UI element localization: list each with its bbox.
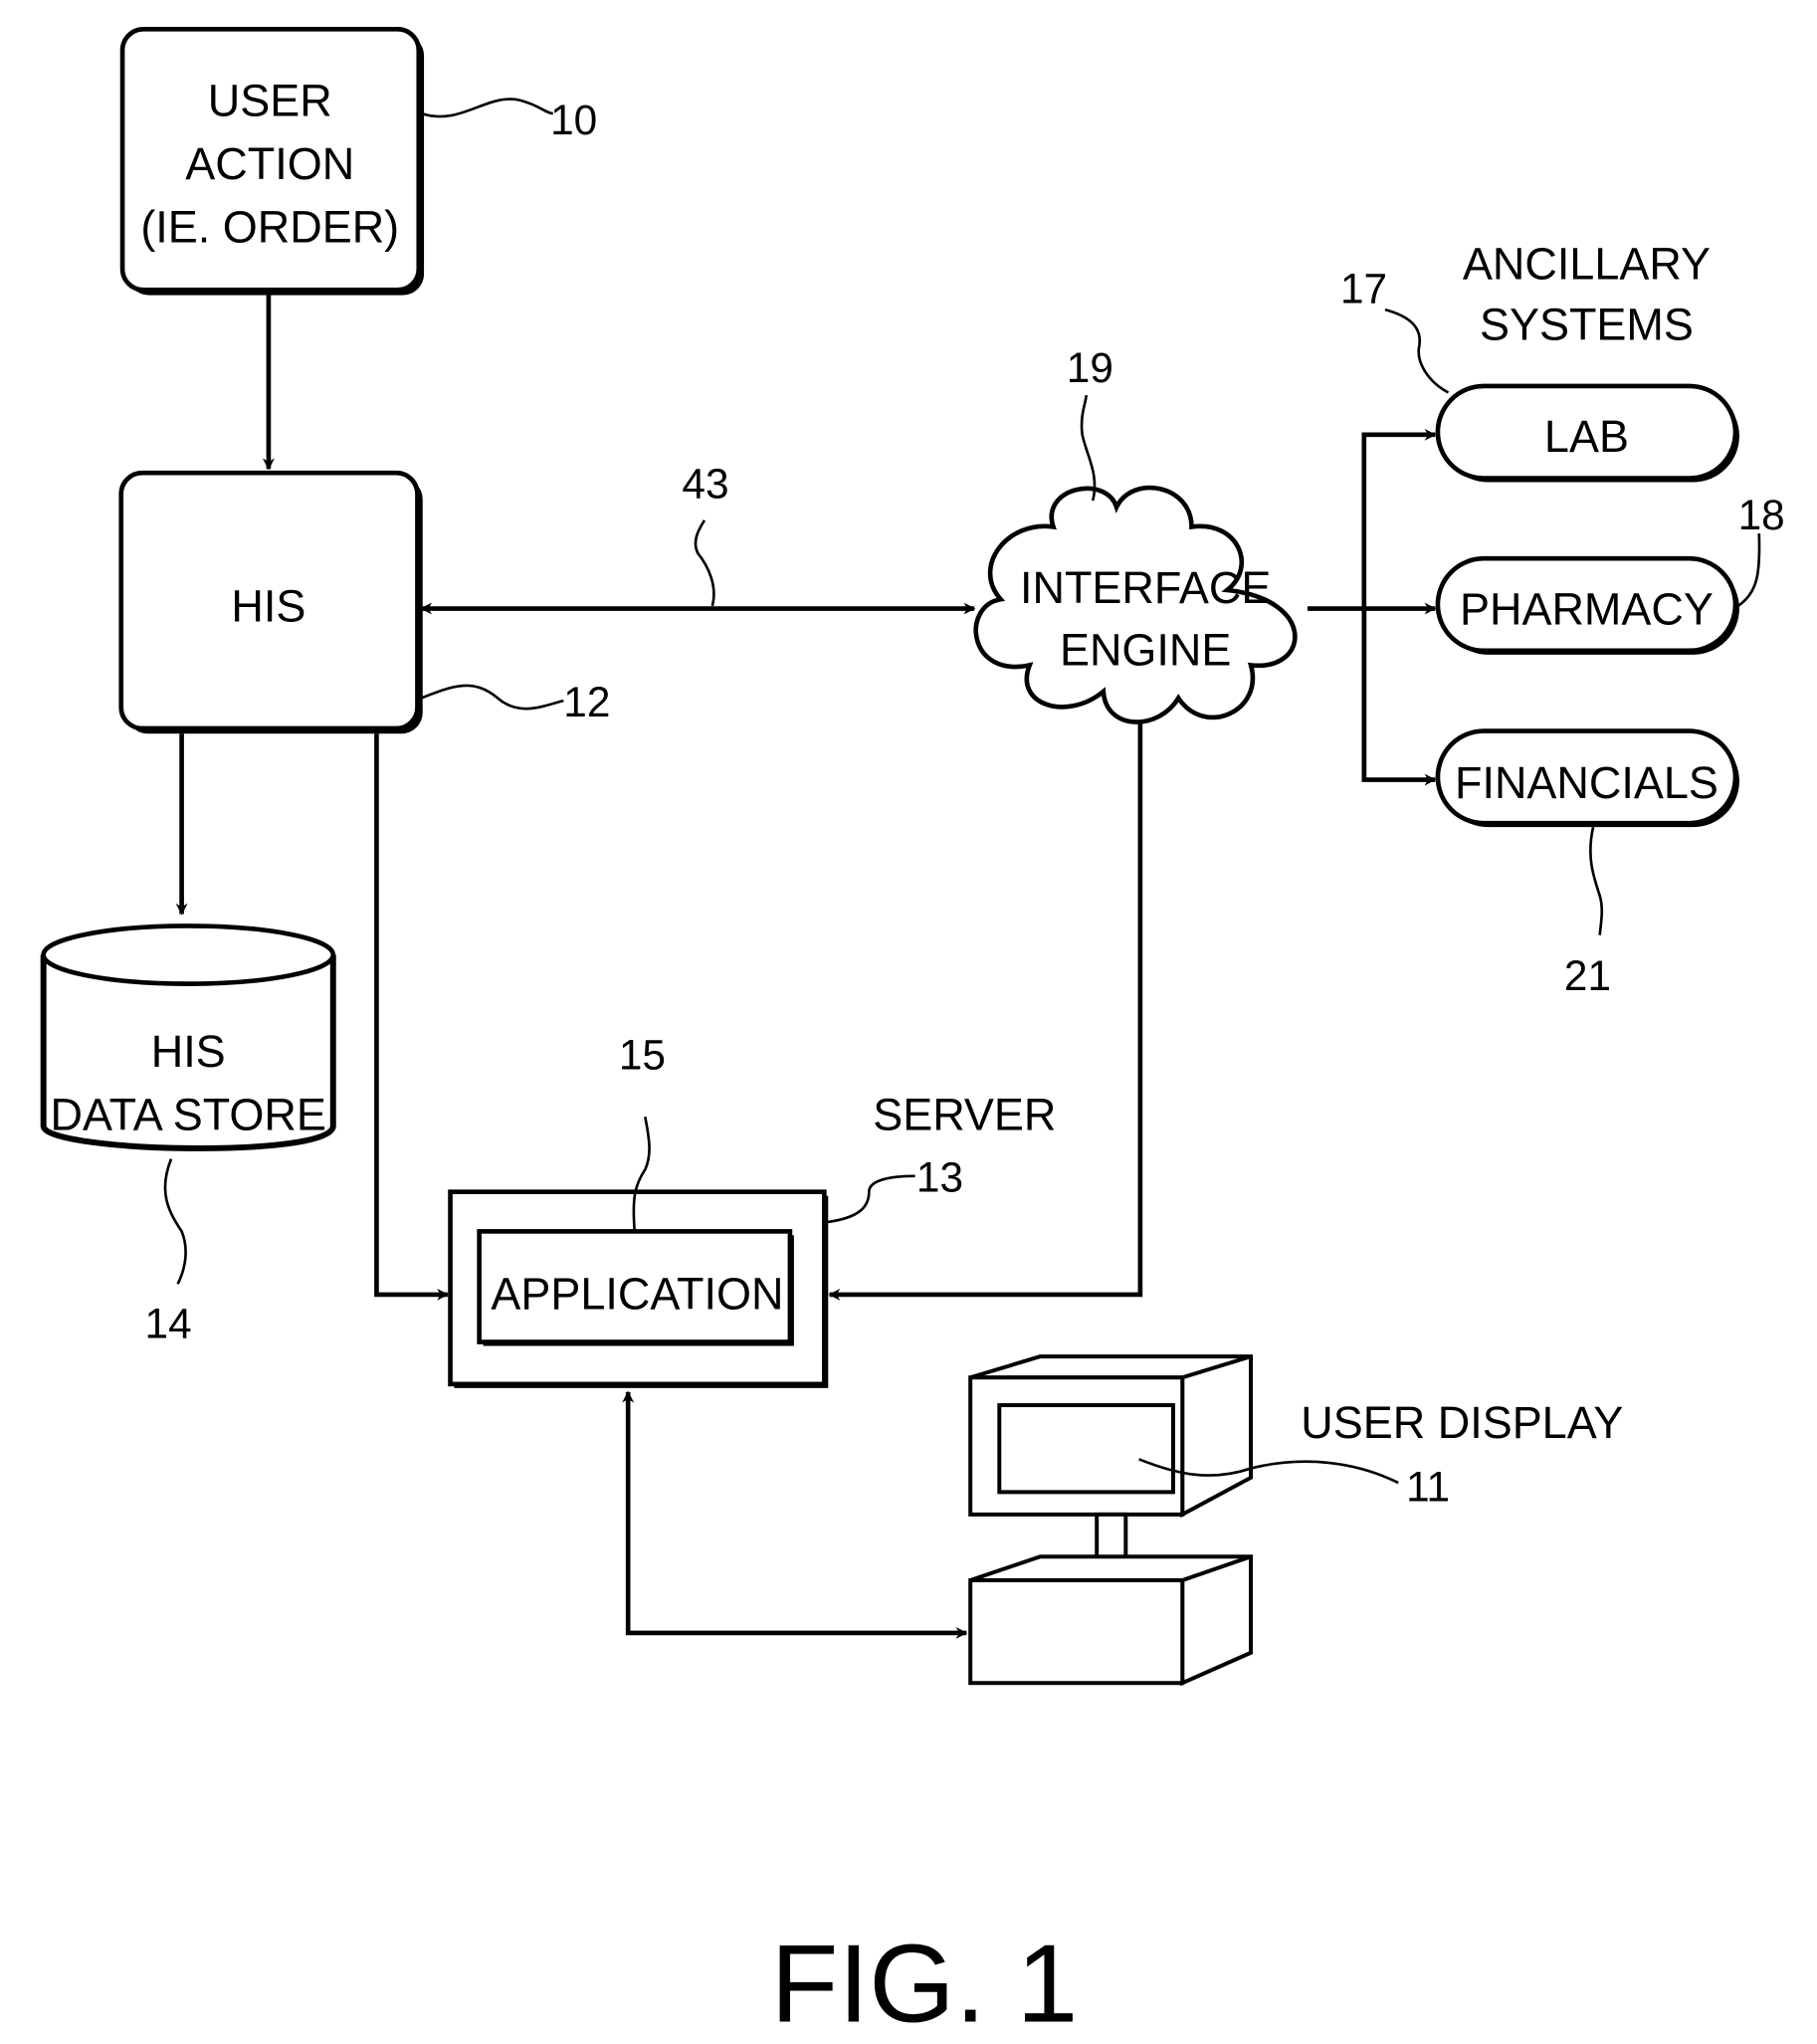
ref-leader-14 [163,1158,187,1285]
ref-leader-17 [1384,307,1450,394]
ref-label-19: 19 [1067,344,1113,391]
financials-label: FINANCIALS [1455,757,1718,808]
interface-engine-node: INTERFACE ENGINE [973,485,1298,724]
arrow-to-financials [1361,608,1437,786]
figure-caption: FIG. 1 [771,1921,1079,2044]
his-label: HIS [231,581,305,632]
interface-engine-line-2: ENGINE [1060,624,1231,675]
ref-label-14: 14 [145,1301,192,1347]
his-data-store-node: HIS DATA STORE [40,923,336,1151]
ref-leader-18 [1736,533,1761,607]
application-label: APPLICATION [491,1268,783,1319]
arrow-his-to-application [374,733,450,1301]
data-store-line-1: HIS [151,1026,226,1077]
ref-label-21: 21 [1564,952,1611,999]
ref-leader-13 [826,1174,915,1224]
link-application-user-display [622,1390,968,1639]
interface-engine-line-1: INTERFACE [1020,562,1271,613]
ref-label-11: 11 [1406,1464,1450,1511]
user-action-line-3: (IE. ORDER) [140,202,399,253]
his-node: HIS [118,470,423,734]
lab-node: LAB [1435,383,1739,483]
link-interface-engine-application [828,697,1146,1301]
lab-label: LAB [1544,411,1629,462]
ref-label-15: 15 [619,1032,666,1079]
ancillary-line-1: ANCILLARY [1463,239,1711,290]
ref-label-17: 17 [1340,266,1387,312]
application-node: APPLICATION [477,1229,794,1346]
user-action-node: USER ACTION (IE. ORDER) [119,27,425,296]
data-store-line-2: DATA STORE [51,1090,326,1140]
ref-label-13: 13 [916,1154,963,1201]
ref-label-12: 12 [563,679,610,725]
ref-label-18: 18 [1738,492,1785,538]
ancillary-line-2: SYSTEMS [1480,300,1694,350]
financials-node: FINANCIALS [1435,728,1739,828]
ref-leader-19 [1080,395,1097,502]
ref-label-10: 10 [550,97,597,143]
pharmacy-label: PHARMACY [1460,583,1714,634]
pharmacy-node: PHARMACY [1435,555,1739,655]
ref-label-43: 43 [682,460,728,507]
server-label: SERVER [873,1090,1056,1140]
computer-icon [968,1354,1254,1687]
ref-leader-43 [694,519,715,607]
fig1-diagram: USER ACTION (IE. ORDER) 10 HIS 12 43 HIS… [40,27,1785,2044]
server-node: APPLICATION [448,1189,829,1388]
ref-leader-21 [1589,826,1604,935]
user-display-label: USER DISPLAY [1301,1397,1623,1448]
user-action-line-1: USER [208,76,332,126]
ref-leader-10 [421,98,553,118]
user-action-line-2: ACTION [185,138,354,189]
ref-leader-12 [420,684,564,711]
